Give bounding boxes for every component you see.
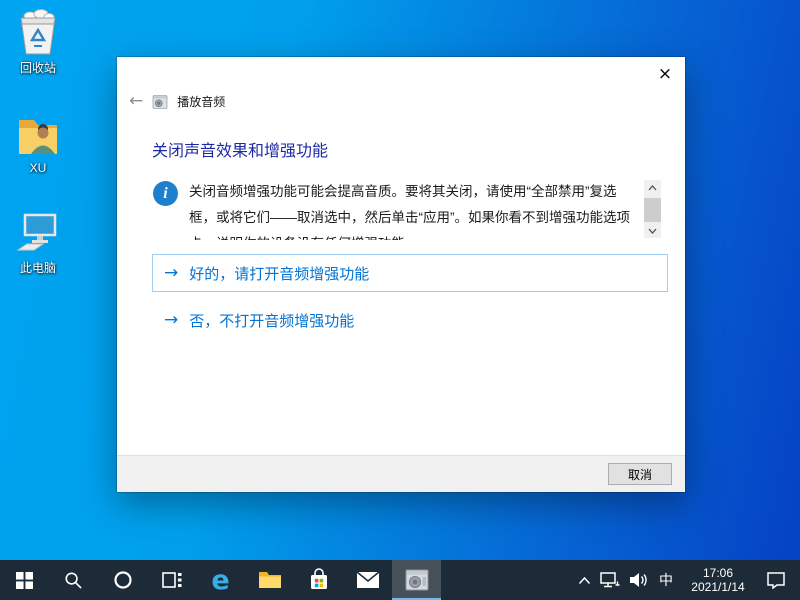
close-icon[interactable]: × <box>653 62 677 86</box>
system-tray: 中 17:06 2021/1/14 <box>572 560 800 600</box>
clock-date: 2021/1/14 <box>691 580 744 594</box>
arrow-right-icon: → <box>164 312 178 329</box>
cortana-button[interactable] <box>98 560 147 600</box>
page-title: 关闭声音效果和增强功能 <box>152 137 328 161</box>
dialog-footer: 取消 <box>117 455 685 492</box>
clock-time: 17:06 <box>703 566 733 580</box>
action-center-button[interactable] <box>756 560 796 600</box>
volume-tray-button[interactable] <box>624 560 652 600</box>
start-button[interactable] <box>0 560 49 600</box>
option-enable-enhancements[interactable]: → 好的，请打开音频增强功能 <box>152 254 668 292</box>
taskbar: e <box>0 560 800 600</box>
scroll-down-icon[interactable] <box>644 223 661 238</box>
desktop-icon-recycle-bin[interactable]: 回收站 <box>8 8 68 76</box>
scroll-up-icon[interactable] <box>644 180 661 195</box>
mail-icon <box>356 571 380 589</box>
scrollbar-thumb[interactable] <box>644 198 661 222</box>
option-label: 好的，请打开音频增强功能 <box>189 263 369 284</box>
cortana-icon <box>113 570 133 590</box>
info-icon: i <box>153 181 178 206</box>
desktop-icon-this-pc[interactable]: 此电脑 <box>8 212 68 276</box>
clock[interactable]: 17:06 2021/1/14 <box>680 560 756 600</box>
scrollbar-track[interactable] <box>644 195 661 223</box>
desktop-icon-label: 此电脑 <box>20 259 56 276</box>
arrow-right-icon: → <box>164 265 178 282</box>
ime-indicator[interactable]: 中 <box>652 560 680 600</box>
search-icon <box>64 571 83 590</box>
dialog-app-title: 播放音频 <box>177 93 225 110</box>
speaker-icon <box>629 572 648 588</box>
windows-logo-icon <box>16 572 33 589</box>
desktop-icon-label: 回收站 <box>20 59 56 76</box>
store-button[interactable] <box>294 560 343 600</box>
task-view-icon <box>161 570 183 590</box>
option-label: 否，不打开音频增强功能 <box>189 310 354 331</box>
store-icon <box>308 568 330 592</box>
network-tray-button[interactable] <box>596 560 624 600</box>
troubleshooter-window: × ← 播放音频 关闭声音效果和增强功能 i 关闭音频增强功能可能会提高音质。要… <box>117 57 685 492</box>
desktop-icon-user-folder[interactable]: XU <box>8 112 68 175</box>
play-audio-app-icon <box>405 569 429 591</box>
action-center-icon <box>766 571 786 589</box>
search-button[interactable] <box>49 560 98 600</box>
mail-button[interactable] <box>343 560 392 600</box>
network-icon <box>600 572 621 589</box>
scrollbar[interactable] <box>644 180 661 238</box>
desktop: 回收站 XU 此电脑 × ← <box>0 0 800 600</box>
task-view-button[interactable] <box>147 560 196 600</box>
back-arrow-icon[interactable]: ← <box>129 93 143 110</box>
recycle-bin-icon <box>16 8 60 56</box>
troubleshooter-taskbar-button[interactable] <box>392 560 441 600</box>
edge-button[interactable]: e <box>196 560 245 600</box>
show-hidden-icons-button[interactable] <box>572 560 596 600</box>
play-audio-app-icon <box>152 95 168 109</box>
this-pc-icon <box>14 212 62 256</box>
dialog-header: ← 播放音频 <box>129 93 225 110</box>
edge-icon: e <box>211 567 229 594</box>
option-skip-enhancements[interactable]: → 否，不打开音频增强功能 <box>152 301 668 339</box>
file-explorer-icon <box>258 570 282 590</box>
cancel-button[interactable]: 取消 <box>608 463 672 485</box>
user-folder-icon <box>15 112 61 158</box>
file-explorer-button[interactable] <box>245 560 294 600</box>
info-text: 关闭音频增强功能可能会提高音质。要将其关闭，请使用“全部禁用”复选框，或将它们—… <box>189 179 641 240</box>
desktop-icon-label: XU <box>30 161 47 175</box>
chevron-up-icon <box>578 576 591 585</box>
